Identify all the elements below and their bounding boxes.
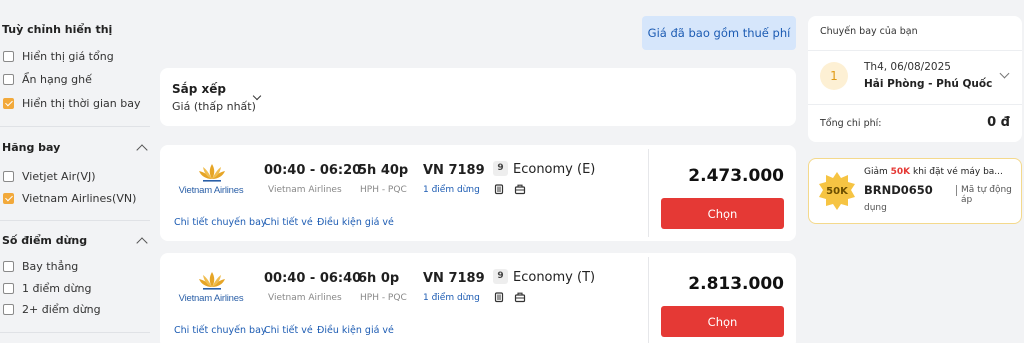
your-flight-summary: Chuyến bay của bạn 1 Th4, 06/08/2025 Hải… (808, 16, 1022, 142)
flight-time: 00:40 - 06:20 (264, 163, 362, 178)
chevron-down-icon[interactable] (252, 91, 262, 101)
option-vietjet[interactable]: Vietjet Air(VJ) (3, 169, 96, 183)
option-label: Hiển thị thời gian bay (22, 96, 141, 110)
divider (808, 104, 1022, 105)
airline-name: Vietnam Airlines (268, 293, 342, 303)
option-vietnam-airlines[interactable]: Vietnam Airlines(VN) (3, 191, 136, 205)
flight-card: Vietnam Airlines 00:40 - 06:20 Vietnam A… (160, 145, 796, 241)
flight-price: 2.473.000 (688, 166, 784, 186)
flight-details-link[interactable]: Chi tiết chuyến bay (174, 217, 267, 228)
promo-separator (956, 185, 957, 196)
checkbox-nonstop[interactable] (3, 260, 14, 272)
flight-duration: 5h 40p (358, 163, 409, 178)
option-hide-seat-class[interactable]: Ẩn hạng ghế (3, 72, 92, 86)
promo-badge-icon: 50K (817, 171, 857, 211)
option-one-stop[interactable]: 1 điểm dừng (3, 281, 91, 295)
vietnam-airlines-logo: Vietnam Airlines (172, 163, 250, 197)
option-nonstop[interactable]: Bay thẳng (3, 259, 78, 273)
divider (0, 220, 150, 221)
stops-info[interactable]: 1 điểm dừng (423, 185, 480, 195)
checkbox-hide-seat-class[interactable] (3, 73, 14, 85)
fare-conditions-link[interactable]: Điều kiện giá vé (317, 325, 394, 336)
promo-prefix: Giảm (864, 167, 891, 177)
summary-heading: Chuyến bay của bạn (820, 26, 918, 37)
ticket-details-link[interactable]: Chi tiết vé (264, 217, 313, 228)
checkbox-one-stop[interactable] (3, 282, 14, 294)
checkbox-vietjet[interactable] (3, 170, 14, 182)
airline-wordmark: Vietnam Airlines (178, 293, 244, 304)
ticket-details-link[interactable]: Chi tiết vé (264, 325, 313, 336)
leg-date: Th4, 06/08/2025 (864, 61, 951, 73)
promo-description: Giảm 50K khi đặt vé máy ba... (864, 167, 1003, 177)
checkbox-show-total-price[interactable] (3, 50, 14, 62)
card-divider (648, 149, 649, 237)
option-label: Vietjet Air(VJ) (22, 169, 96, 183)
vietnam-airlines-logo: Vietnam Airlines (172, 271, 250, 305)
option-label: Bay thẳng (22, 259, 79, 273)
option-label: Vietnam Airlines(VN) (22, 191, 137, 205)
flight-price: 2.813.000 (688, 274, 784, 294)
checkbox-two-plus-stops[interactable] (3, 303, 14, 315)
flight-route: HPH - PQC (360, 293, 407, 303)
total-cost-value: 0 đ (987, 115, 1010, 130)
stops-filter-title: Số điểm dừng (2, 234, 88, 247)
meal-icon (514, 292, 526, 303)
option-two-plus-stops[interactable]: 2+ điểm dừng (3, 302, 101, 316)
flight-duration: 6h 0p (358, 271, 400, 286)
divider (0, 126, 150, 127)
tax-included-note: Giá đã bao gồm thuế phí (642, 16, 796, 50)
checkbox-vietnam-airlines[interactable] (3, 192, 14, 204)
option-show-total-price[interactable]: Hiển thị giá tổng (3, 49, 114, 63)
cabin-class: Economy (T) (513, 270, 596, 285)
carry-on-bag-icon (494, 292, 504, 303)
leg-number-badge: 1 (820, 62, 848, 90)
seats-left-badge: 9 (493, 161, 508, 176)
sort-value: Giá (thấp nhất) (172, 100, 256, 113)
fare-conditions-link[interactable]: Điều kiện giá vé (317, 217, 394, 228)
promo-suffix: khi đặt vé máy ba... (910, 167, 1003, 177)
filter-sidebar: Tuỳ chỉnh hiển thị Hiển thị giá tổng Ẩn … (0, 0, 150, 343)
flight-time: 00:40 - 06:40 (264, 271, 362, 286)
promo-auto-apply-text: Mã tự động áp (961, 185, 1012, 205)
total-cost-label: Tổng chi phí: (820, 118, 882, 129)
promo-card[interactable]: 50K Giảm 50K khi đặt vé máy ba... BRND06… (808, 158, 1022, 224)
stops-info[interactable]: 1 điểm dừng (423, 293, 480, 303)
flight-number: VN 7189 (423, 163, 485, 178)
sort-title: Sắp xếp (172, 82, 226, 96)
promo-badge-text: 50K (826, 185, 848, 197)
promo-amount: 50K (890, 167, 911, 177)
select-flight-button[interactable]: Chọn (661, 198, 784, 229)
carry-on-bag-icon (494, 184, 504, 195)
chevron-up-icon[interactable] (136, 144, 148, 156)
option-label: Ẩn hạng ghế (22, 72, 92, 86)
card-divider (648, 257, 649, 343)
cabin-class: Economy (E) (513, 162, 596, 177)
option-show-flight-time[interactable]: Hiển thị thời gian bay (3, 96, 140, 110)
option-label: Hiển thị giá tổng (22, 49, 114, 63)
flight-number: VN 7189 (423, 271, 485, 286)
flight-route: HPH - PQC (360, 185, 407, 195)
divider (0, 332, 150, 333)
airlines-filter-title: Hãng bay (2, 141, 61, 154)
lotus-logo-icon (199, 164, 225, 182)
divider (808, 50, 1022, 51)
sort-dropdown[interactable]: Sắp xếp Giá (thấp nhất) (160, 68, 796, 126)
checkbox-show-flight-time[interactable] (3, 97, 14, 109)
flight-card: Vietnam Airlines 00:40 - 06:40 Vietnam A… (160, 253, 796, 343)
meal-icon (514, 184, 526, 195)
airline-wordmark: Vietnam Airlines (178, 185, 244, 196)
chevron-up-icon[interactable] (136, 237, 148, 249)
promo-code: BRND0650 (864, 183, 933, 197)
option-label: 1 điểm dừng (22, 281, 92, 295)
option-label: 2+ điểm dừng (22, 302, 101, 316)
promo-auto-apply-text-2: dụng (864, 203, 887, 213)
airline-name: Vietnam Airlines (268, 185, 342, 195)
select-flight-button[interactable]: Chọn (661, 306, 784, 337)
chevron-down-icon[interactable] (999, 68, 1010, 79)
display-settings-title: Tuỳ chỉnh hiển thị (2, 23, 113, 36)
flight-details-link[interactable]: Chi tiết chuyến bay (174, 325, 267, 336)
seats-left-badge: 9 (493, 269, 508, 284)
leg-route: Hải Phòng - Phú Quốc (864, 78, 993, 90)
lotus-logo-icon (199, 272, 225, 290)
